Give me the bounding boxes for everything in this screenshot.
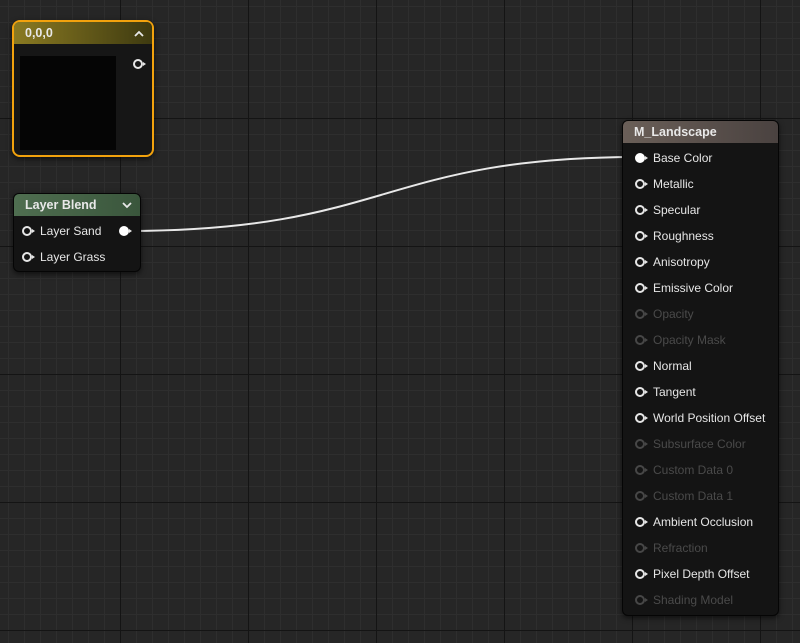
layer-blend-title: Layer Blend [25,198,97,212]
material-input-opacity-mask[interactable]: Opacity Mask [623,327,778,353]
input-pin[interactable] [635,335,648,345]
material-node-title: M_Landscape [634,125,717,139]
input-label: Custom Data 0 [653,463,734,477]
input-pin[interactable] [635,231,648,241]
material-output-node[interactable]: M_Landscape Base Color Metallic Specular Ro… [622,120,779,616]
material-input-normal[interactable]: Normal [623,353,778,379]
input-label: Layer Sand [40,224,102,238]
material-input-base-color[interactable]: Base Color [623,145,778,171]
material-node-header[interactable]: M_Landscape [623,121,778,143]
input-label: Opacity [653,307,694,321]
input-pin[interactable] [635,153,648,163]
layer-blend-node[interactable]: Layer Blend Layer Sand Layer Grass [13,193,141,272]
color-preview [20,56,116,150]
chevron-down-icon[interactable] [120,194,134,216]
input-label: Opacity Mask [653,333,726,347]
input-pin[interactable] [635,517,648,527]
material-input-specular[interactable]: Specular [623,197,778,223]
material-input-metallic[interactable]: Metallic [623,171,778,197]
material-input-emissive-color[interactable]: Emissive Color [623,275,778,301]
input-pin[interactable] [635,595,648,605]
material-input-pixel-depth-offset[interactable]: Pixel Depth Offset [623,561,778,587]
layer-blend-input-layer-sand[interactable]: Layer Sand [14,218,140,244]
material-input-tangent[interactable]: Tangent [623,379,778,405]
input-label: Shading Model [653,593,734,607]
constant-node-header[interactable]: 0,0,0 [14,22,152,44]
material-input-refraction[interactable]: Refraction [623,535,778,561]
input-pin[interactable] [635,543,648,553]
input-label: Subsurface Color [653,437,746,451]
material-input-shading-model[interactable]: Shading Model [623,587,778,613]
input-label: Layer Grass [40,250,106,264]
input-label: Emissive Color [653,281,734,295]
input-label: Metallic [653,177,694,191]
input-pin[interactable] [635,569,648,579]
input-pin[interactable] [635,205,648,215]
input-pin[interactable] [635,465,648,475]
input-label: Refraction [653,541,708,555]
input-pin[interactable] [635,179,648,189]
input-pin[interactable] [22,252,35,262]
input-pin[interactable] [635,361,648,371]
input-label: Tangent [653,385,696,399]
input-pin[interactable] [635,257,648,267]
input-pin[interactable] [22,226,35,236]
material-input-custom-data-1[interactable]: Custom Data 1 [623,483,778,509]
input-pin[interactable] [635,439,648,449]
input-label: Normal [653,359,692,373]
input-pin[interactable] [635,309,648,319]
input-pin[interactable] [635,283,648,293]
layer-blend-input-layer-grass[interactable]: Layer Grass [14,244,140,270]
material-input-subsurface-color[interactable]: Subsurface Color [623,431,778,457]
material-input-ambient-occlusion[interactable]: Ambient Occlusion [623,509,778,535]
layer-blend-header[interactable]: Layer Blend [14,194,140,216]
output-pin[interactable] [133,59,146,69]
material-input-roughness[interactable]: Roughness [623,223,778,249]
output-pin[interactable] [119,226,132,236]
input-label: Anisotropy [653,255,710,269]
input-pin[interactable] [635,413,648,423]
input-label: Specular [653,203,701,217]
constant-node[interactable]: 0,0,0 [12,20,154,157]
input-label: Custom Data 1 [653,489,734,503]
constant-node-title: 0,0,0 [25,26,53,40]
input-pin[interactable] [635,491,648,501]
material-input-anisotropy[interactable]: Anisotropy [623,249,778,275]
input-label: Base Color [653,151,713,165]
input-label: World Position Offset [653,411,766,425]
material-input-custom-data-0[interactable]: Custom Data 0 [623,457,778,483]
input-label: Pixel Depth Offset [653,567,750,581]
input-label: Roughness [653,229,714,243]
chevron-up-icon[interactable] [132,22,146,44]
material-input-world-position-offset[interactable]: World Position Offset [623,405,778,431]
material-input-list: Base Color Metallic Specular Roughness Aniso… [623,145,778,613]
material-input-opacity[interactable]: Opacity [623,301,778,327]
input-label: Ambient Occlusion [653,515,754,529]
input-pin[interactable] [635,387,648,397]
